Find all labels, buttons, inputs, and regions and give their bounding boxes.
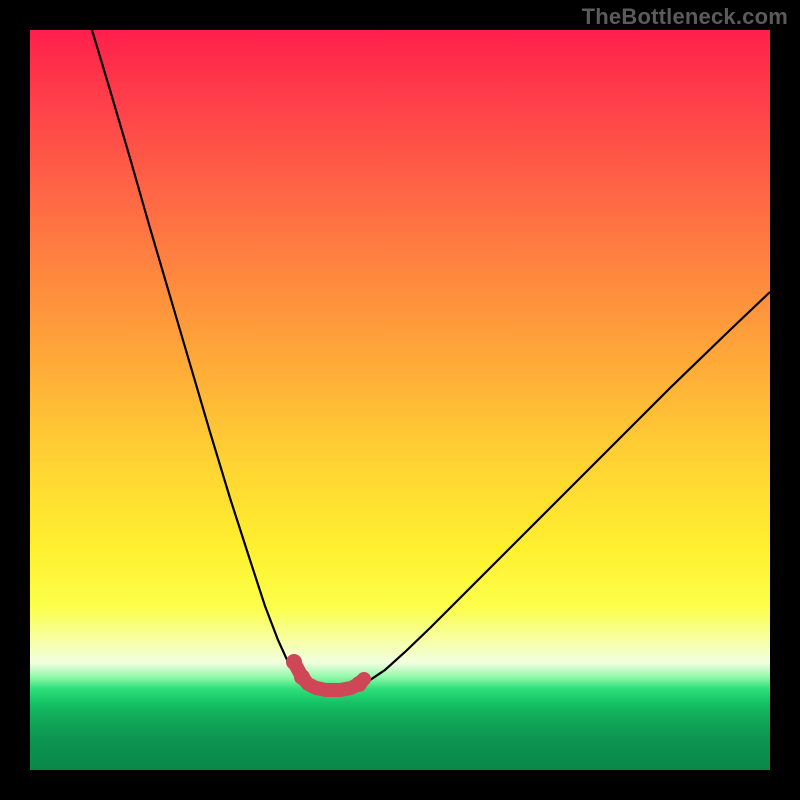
watermark-text: TheBottleneck.com <box>582 4 788 30</box>
curve-left-branch <box>92 30 302 684</box>
valley-dot-1 <box>286 654 302 670</box>
curve-right-branch <box>360 292 770 685</box>
chart-frame: TheBottleneck.com <box>0 0 800 800</box>
valley-dot-2 <box>294 669 310 685</box>
chart-svg <box>30 30 770 770</box>
valley-dot-3 <box>351 676 367 692</box>
